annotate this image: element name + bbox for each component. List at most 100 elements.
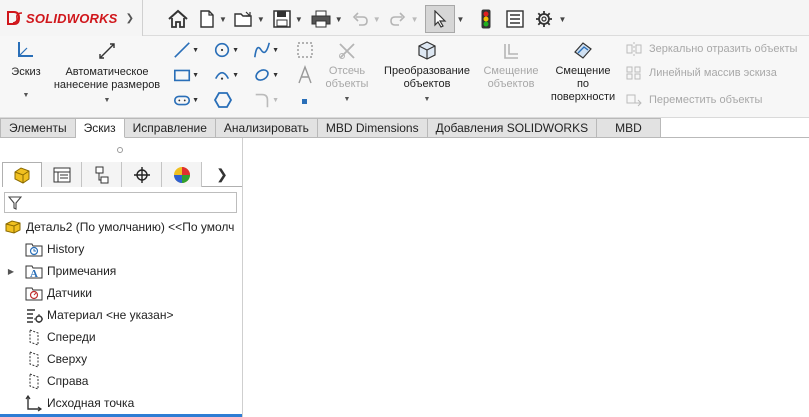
home-icon[interactable] [165, 6, 191, 32]
tree-item-label: Исходная точка [47, 396, 135, 410]
trim-label-1: Отсечь [328, 65, 366, 77]
quick-access-toolbar: ▼ ▼ ▼ ▼ ▼ ▼ ▼ ▼ [165, 5, 572, 33]
graphics-area[interactable] [244, 138, 809, 417]
arc-tool[interactable]: ▼ [213, 64, 239, 86]
smart-dimension-button[interactable]: Автоматическое нанесение размеров ▼ [52, 40, 162, 107]
dimxpert-manager-icon[interactable] [122, 162, 162, 187]
tab-sketch[interactable]: Эскиз [75, 118, 125, 138]
display-manager-icon[interactable] [162, 162, 202, 187]
chevron-down-icon[interactable]: ▼ [457, 15, 465, 24]
tab-analyze[interactable]: Анализировать [215, 118, 318, 138]
tree-item-right-plane[interactable]: Справа [0, 370, 242, 392]
plane-icon [24, 328, 44, 346]
offset-on-surface-icon [574, 42, 592, 59]
construction-geometry-tool[interactable] [295, 39, 321, 61]
offset-surface-label-3: поверхности [550, 91, 616, 103]
chevron-down-icon[interactable]: ▼ [219, 15, 227, 24]
select-pointer-icon[interactable] [424, 5, 455, 33]
top-bar: SOLIDWORKS ❯ ▼ ▼ ▼ ▼ ▼ ▼ ▼ ▼ [0, 0, 809, 36]
origin-icon [24, 394, 44, 412]
spline-tool[interactable]: ▼ [253, 39, 279, 61]
tree-filter-input[interactable] [4, 192, 237, 213]
fillet-tool[interactable]: ▼ [253, 89, 279, 111]
filter-icon [8, 195, 22, 210]
property-manager-icon[interactable] [42, 162, 82, 187]
sketch-button[interactable]: Эскиз ▼ [6, 40, 46, 102]
feature-manager-icon[interactable] [2, 162, 42, 187]
polygon-tool[interactable] [213, 89, 239, 111]
tree-item-front-plane[interactable]: Спереди [0, 326, 242, 348]
chevron-down-icon[interactable]: ▼ [6, 89, 46, 102]
linear-pattern-label: Линейный массив эскиза [649, 67, 777, 79]
chevron-down-icon[interactable]: ▼ [257, 15, 265, 24]
tree-item-top-plane[interactable]: Сверху [0, 348, 242, 370]
tab-evaluate-repair[interactable]: Исправление [124, 118, 216, 138]
circle-tool[interactable]: ▼ [213, 39, 239, 61]
chevron-right-icon[interactable]: ❯ [126, 13, 134, 24]
ds-logo-icon [7, 11, 23, 25]
chevron-down-icon[interactable]: ▼ [558, 15, 566, 24]
rebuild-traffic-light-icon[interactable] [474, 6, 498, 32]
tree-item-label: Материал <не указан> [47, 308, 174, 322]
sketch-fillet-icon [255, 93, 269, 108]
chevron-down-icon[interactable]: ▼ [52, 94, 162, 107]
tree-root-part[interactable]: Деталь2 (По умолчанию) <<По умолч [0, 216, 242, 238]
tree-item-material[interactable]: Материал <не указан> [0, 304, 242, 326]
print-icon[interactable] [309, 6, 333, 32]
ellipse-tool[interactable]: ▼ [253, 64, 279, 86]
chevron-down-icon[interactable]: ▼ [335, 15, 343, 24]
convert-entities-icon [418, 41, 436, 60]
tree-item-origin[interactable]: Исходная точка [0, 392, 242, 414]
tree-item-label: Сверху [47, 352, 88, 366]
tab-solidworks-addins[interactable]: Добавления SOLIDWORKS [427, 118, 598, 138]
configuration-manager-icon[interactable] [82, 162, 122, 187]
text-tool[interactable] [295, 64, 321, 86]
tab-mbd-dimensions[interactable]: MBD Dimensions [317, 118, 428, 138]
panel-grip-handle[interactable] [117, 147, 123, 153]
convert-entities-button[interactable]: Преобразование объектов ▼ [378, 40, 476, 106]
undo-icon[interactable] [349, 6, 371, 32]
tab-mbd[interactable]: MBD [597, 118, 661, 138]
construction-geometry-icon [297, 42, 313, 58]
feature-tree: Деталь2 (По умолчанию) <<По умолч Histor… [0, 216, 242, 414]
new-document-icon[interactable] [197, 6, 217, 32]
ellipse-icon [255, 69, 269, 81]
logo-text: SOLIDWORKS [26, 10, 118, 26]
tab-features[interactable]: Элементы [0, 118, 76, 138]
open-folder-icon[interactable] [233, 6, 255, 32]
history-folder-icon [24, 240, 44, 258]
chevron-down-icon[interactable]: ▼ [322, 93, 372, 106]
save-icon[interactable] [271, 6, 293, 32]
chevron-right-icon[interactable]: ▶ [6, 267, 16, 276]
offset-on-surface-button[interactable]: Смещение по поверхности [546, 40, 620, 104]
tree-item-history[interactable]: History [0, 238, 242, 260]
smart-dimension-label-2: нанесение размеров [53, 79, 161, 91]
rectangle-tool[interactable]: ▼ [173, 64, 199, 86]
redo-icon[interactable] [387, 6, 409, 32]
slot-icon [173, 95, 191, 106]
material-icon [24, 306, 44, 324]
tree-item-annotations[interactable]: ▶ A Примечания [0, 260, 242, 282]
logo-menu[interactable]: SOLIDWORKS ❯ [0, 0, 143, 36]
file-properties-icon[interactable] [502, 6, 528, 32]
line-icon [174, 42, 190, 58]
line-tool[interactable]: ▼ [173, 39, 199, 61]
tree-item-label: Датчики [47, 286, 92, 300]
chevron-down-icon[interactable]: ▼ [411, 15, 419, 24]
offset-entities-button[interactable]: Смещение объектов [480, 40, 542, 91]
chevron-down-icon[interactable]: ▼ [295, 15, 303, 24]
chevron-down-icon[interactable]: ▼ [373, 15, 381, 24]
slot-tool[interactable]: ▼ [173, 89, 199, 111]
tree-item-sensors[interactable]: Датчики [0, 282, 242, 304]
mirror-entities-button[interactable]: Зеркально отразить объекты [625, 39, 797, 59]
move-entities-button[interactable]: Переместить объекты [625, 90, 762, 110]
svg-text:A: A [30, 268, 38, 279]
chevron-down-icon[interactable]: ▼ [378, 93, 476, 106]
linear-pattern-button[interactable]: Линейный массив эскиза [625, 63, 777, 83]
polygon-icon [213, 92, 233, 108]
point-tool[interactable] [295, 89, 321, 111]
options-gear-icon[interactable] [532, 6, 556, 32]
tree-root-label: Деталь2 (По умолчанию) <<По умолч [26, 220, 235, 234]
trim-entities-button[interactable]: Отсечь объекты ▼ [322, 40, 372, 106]
chevron-right-icon[interactable]: ❯ [202, 162, 242, 187]
